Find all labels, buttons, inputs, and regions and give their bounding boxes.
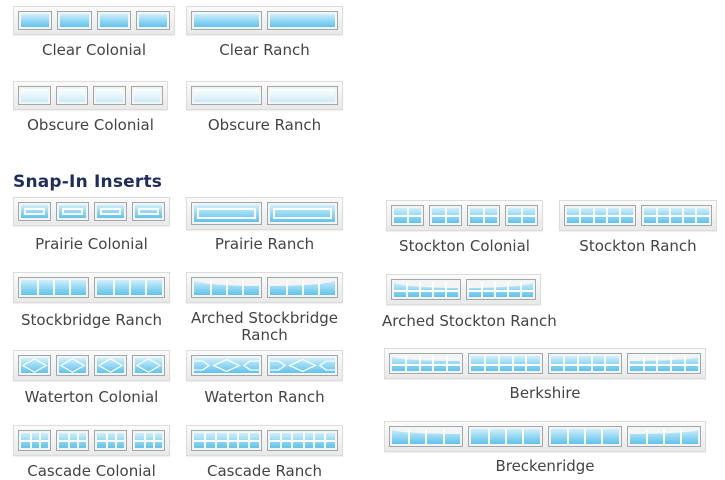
stockton-colonial-window-image — [386, 200, 543, 231]
berkshire-label: Berkshire — [509, 384, 581, 402]
clear-ranch-window-image — [186, 6, 343, 35]
section-heading: Snap-In Inserts — [13, 172, 163, 192]
obscure-colonial-label: Obscure Colonial — [27, 116, 154, 134]
waterton-ranch-window-image — [186, 350, 343, 381]
berkshire-window-image — [384, 348, 706, 379]
arched-stockbridge-ranch-window-image — [186, 272, 343, 303]
prairie-ranch-label: Prairie Ranch — [214, 235, 315, 253]
breckenridge-window-image — [384, 421, 706, 452]
breckenridge-label: Breckenridge — [495, 457, 595, 475]
obscure-ranch-label: Obscure Ranch — [207, 116, 322, 134]
prairie-colonial-label: Prairie Colonial — [35, 235, 148, 253]
stockton-colonial-label: Stockton Colonial — [399, 237, 530, 255]
stockbridge-ranch-window-image — [13, 272, 170, 303]
waterton-colonial-window-image — [13, 350, 170, 381]
arched-stockbridge-ranch-label: Arched Stockbridge Ranch — [190, 309, 338, 344]
stockton-ranch-label: Stockton Ranch — [579, 237, 697, 255]
cascade-ranch-label: Cascade Ranch — [207, 462, 322, 480]
clear-colonial-label: Clear Colonial — [41, 41, 147, 59]
stockton-ranch-window-image — [559, 200, 717, 231]
arched-stockton-ranch-label: Arched Stockton Ranch — [382, 312, 557, 330]
cascade-ranch-window-image — [186, 425, 343, 456]
prairie-ranch-window-image — [186, 197, 343, 230]
waterton-colonial-label: Waterton Colonial — [24, 388, 159, 406]
cascade-colonial-window-image — [13, 425, 170, 456]
cascade-colonial-label: Cascade Colonial — [27, 462, 156, 480]
stockbridge-ranch-label: Stockbridge Ranch — [21, 311, 162, 329]
arched-stockton-ranch-window-image — [386, 274, 541, 305]
obscure-ranch-window-image — [186, 81, 343, 110]
clear-ranch-label: Clear Ranch — [219, 41, 310, 59]
obscure-colonial-window-image — [13, 81, 168, 110]
waterton-ranch-label: Waterton Ranch — [204, 388, 325, 406]
clear-colonial-window-image — [13, 6, 175, 35]
prairie-colonial-window-image — [13, 197, 170, 226]
